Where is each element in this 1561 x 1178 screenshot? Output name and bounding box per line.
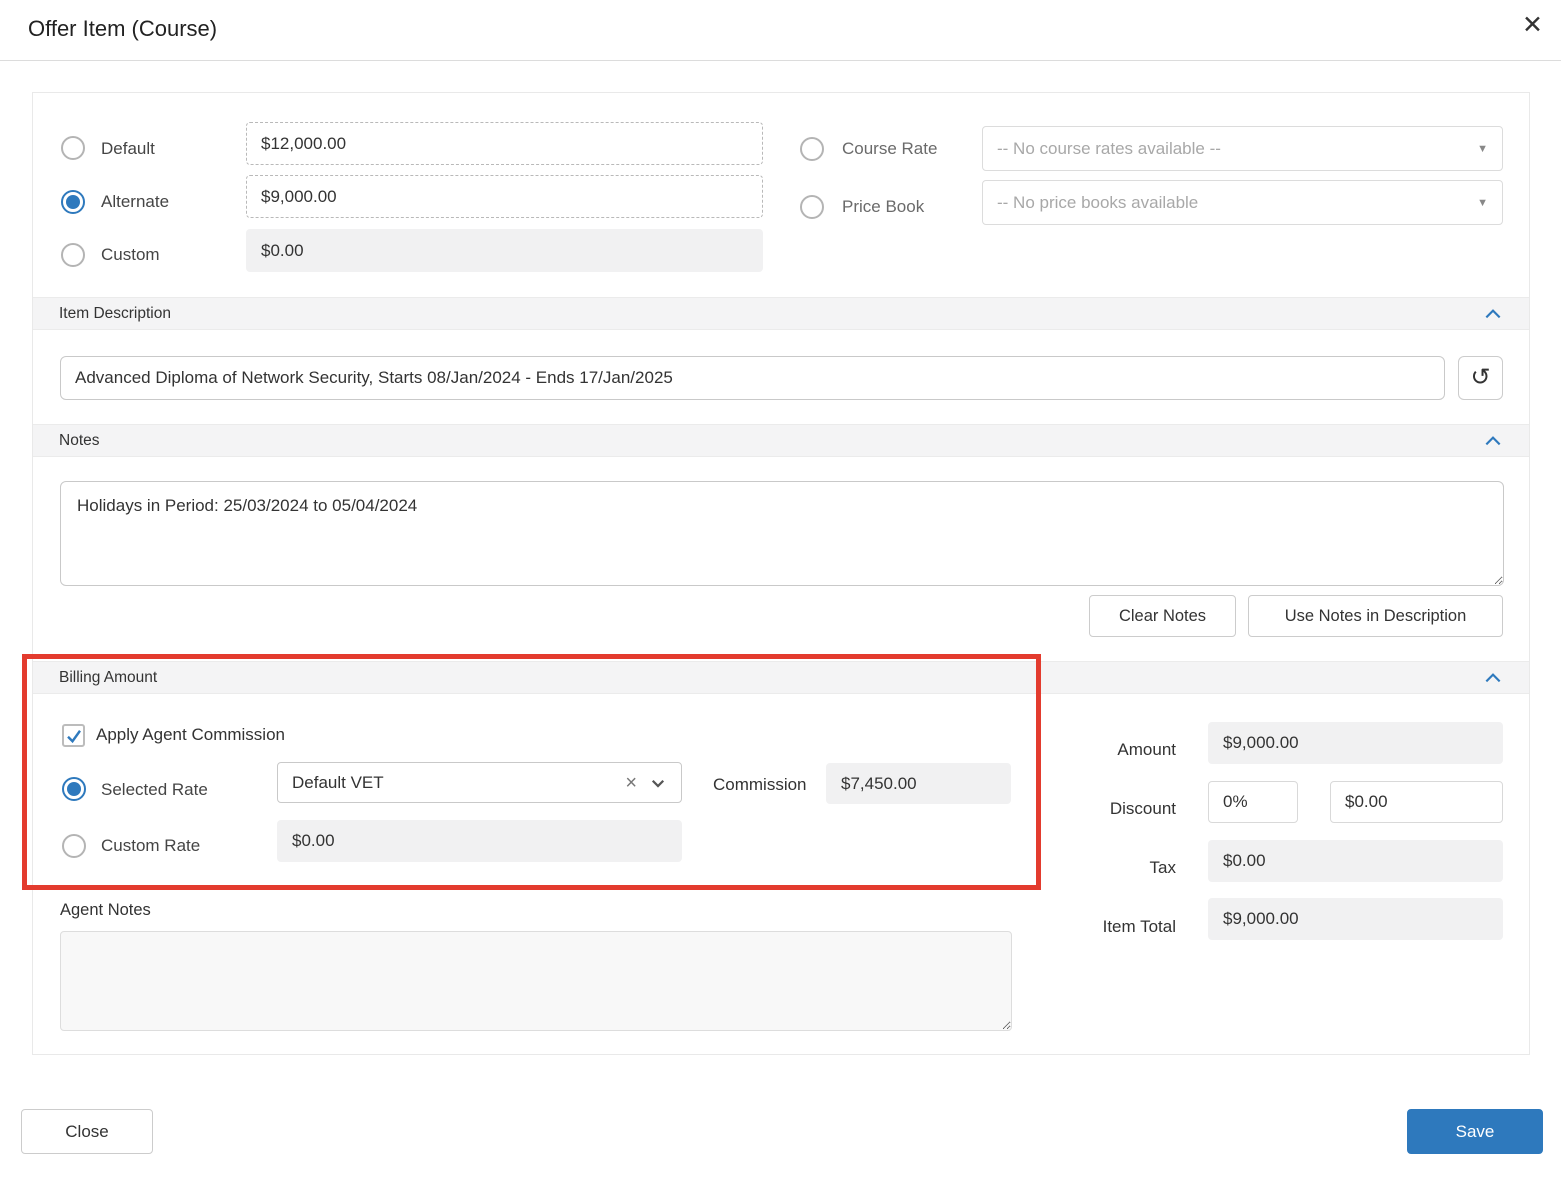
billing-amount-header: Billing Amount <box>33 661 1529 694</box>
use-notes-in-description-button[interactable]: Use Notes in Description <box>1248 595 1503 637</box>
price-book-radio[interactable] <box>800 195 824 219</box>
course-rate-placeholder: -- No course rates available -- <box>997 138 1221 158</box>
custom-rate-input[interactable] <box>277 820 682 862</box>
item-total-input[interactable] <box>1208 898 1503 940</box>
collapse-notes-icon[interactable] <box>1483 431 1503 451</box>
item-description-header: Item Description <box>33 297 1529 330</box>
modal-titlebar: Offer Item (Course) ✕ <box>0 0 1561 61</box>
agent-notes-textarea[interactable] <box>60 931 1012 1031</box>
amount-label: Amount <box>1117 740 1176 759</box>
commission-label: Commission <box>713 775 807 794</box>
restore-description-button[interactable]: ↺ <box>1458 356 1503 400</box>
custom-rate-option-input[interactable] <box>246 229 763 272</box>
selected-rate-radio[interactable] <box>62 777 86 801</box>
collapse-item-description-icon[interactable] <box>1483 304 1503 324</box>
alternate-rate-input[interactable] <box>246 175 763 218</box>
default-rate-input[interactable] <box>246 122 763 165</box>
notes-textarea[interactable]: Holidays in Period: 25/03/2024 to 05/04/… <box>60 481 1504 586</box>
commission-rate-value: Default VET <box>292 772 384 792</box>
close-button[interactable]: Close <box>21 1109 153 1154</box>
checkmark-icon <box>66 729 81 743</box>
clear-selection-icon[interactable]: × <box>625 773 637 793</box>
agent-notes-label: Agent Notes <box>60 901 151 919</box>
price-book-placeholder: -- No price books available <box>997 192 1199 212</box>
default-rate-label: Default <box>101 139 155 158</box>
custom-rate-radio[interactable] <box>62 834 86 858</box>
discount-amount-input[interactable] <box>1330 781 1503 823</box>
amount-input[interactable] <box>1208 722 1503 764</box>
tax-input[interactable] <box>1208 840 1503 882</box>
caret-down-icon: ▼ <box>1477 142 1488 155</box>
apply-commission-checkbox[interactable] <box>62 724 85 747</box>
price-book-label: Price Book <box>842 197 925 216</box>
item-description-input[interactable] <box>60 356 1445 400</box>
discount-label: Discount <box>1109 799 1176 818</box>
alternate-rate-label: Alternate <box>101 192 170 211</box>
custom-rate-option-label: Custom <box>101 245 160 264</box>
course-rate-radio[interactable] <box>800 137 824 161</box>
page-title: Offer Item (Course) <box>28 16 218 41</box>
offer-item-modal: Offer Item (Course) ✕ Default Alternate … <box>0 0 1561 1178</box>
item-total-label: Item Total <box>1102 917 1176 936</box>
default-rate-radio[interactable] <box>61 136 85 160</box>
custom-rate-label: Custom Rate <box>101 836 201 855</box>
course-rate-label: Course Rate <box>842 139 938 158</box>
clear-notes-button[interactable]: Clear Notes <box>1089 595 1236 637</box>
course-rate-select[interactable]: -- No course rates available -- ▼ <box>982 126 1503 171</box>
custom-rate-option-radio[interactable] <box>61 243 85 267</box>
item-description-title: Item Description <box>59 304 171 322</box>
tax-label: Tax <box>1149 858 1176 877</box>
price-book-select[interactable]: -- No price books available ▼ <box>982 180 1503 225</box>
close-icon[interactable]: ✕ <box>1522 13 1543 38</box>
notes-header: Notes <box>33 424 1529 457</box>
caret-down-icon: ▼ <box>1477 196 1488 209</box>
notes-title: Notes <box>59 431 100 449</box>
collapse-billing-icon[interactable] <box>1483 668 1503 688</box>
selected-rate-label: Selected Rate <box>101 780 208 799</box>
save-button[interactable]: Save <box>1407 1109 1543 1154</box>
commission-input[interactable] <box>826 763 1011 804</box>
billing-amount-title: Billing Amount <box>59 668 158 686</box>
discount-percent-input[interactable] <box>1208 781 1298 823</box>
chevron-down-icon[interactable] <box>649 774 667 792</box>
alternate-rate-radio[interactable] <box>61 190 85 214</box>
commission-rate-select[interactable]: Default VET × <box>277 762 682 803</box>
apply-commission-label: Apply Agent Commission <box>96 725 285 744</box>
history-icon: ↺ <box>1470 364 1491 391</box>
